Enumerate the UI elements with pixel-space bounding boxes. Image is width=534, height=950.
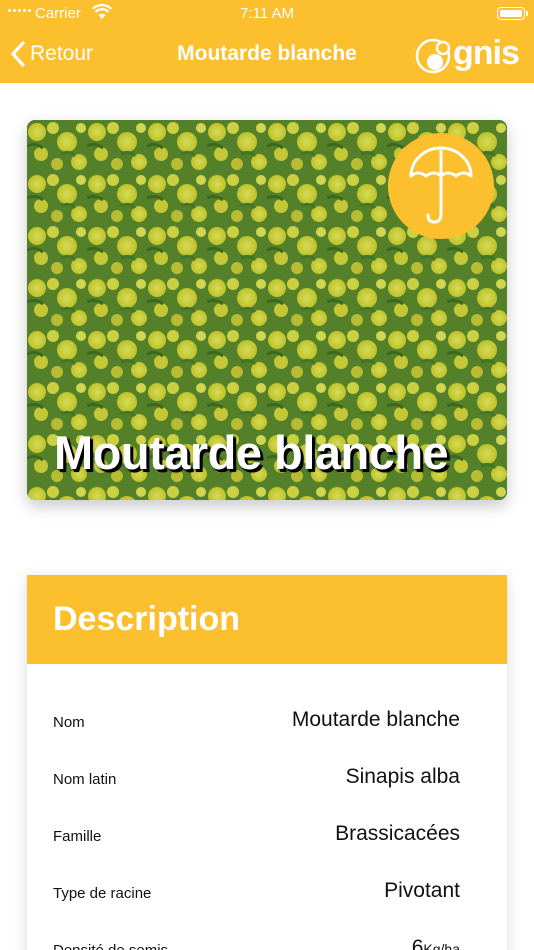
row-value: 6Kg/ha [412,936,460,950]
row-value: Brassicacées [335,822,460,845]
plant-hero-card: Moutarde blanche [27,120,507,500]
row-key: Nom [53,714,85,731]
description-card: Description Nom Moutarde blanche Nom lat… [27,575,507,950]
row-value-number: 6 [411,936,424,950]
row-value: Pivotant [384,879,460,902]
back-button[interactable]: Retour [10,38,93,70]
row-value-unit: Kg/ha [423,941,460,950]
chevron-left-icon [11,41,25,67]
row-key: Densité de semis [53,942,168,950]
battery-icon [497,7,528,20]
description-heading: Description [53,600,241,638]
row-nom: Nom Moutarde blanche [53,704,460,734]
hero-title: Moutarde blanche [54,426,449,479]
top-bar: Carrier 7:11 AM Retour Moutarde blanche … [0,0,534,83]
description-header: Description [27,575,507,664]
row-type-racine: Type de racine Pivotant [53,875,460,905]
gnis-logo: gnis [413,34,523,78]
row-key: Nom latin [53,771,117,788]
row-value: Moutarde blanche [291,708,460,731]
status-bar: Carrier 7:11 AM [0,0,534,28]
row-key: Famille [53,828,102,845]
row-key: Type de racine [53,885,152,902]
logo-mark-icon [415,38,451,74]
row-nom-latin: Nom latin Sinapis alba [53,761,460,791]
row-densite-semis: Densité de semis 6Kg/ha [53,932,460,950]
umbrella-badge [388,133,494,239]
logo-text: gnis [453,34,520,72]
umbrella-icon [409,146,473,224]
row-value: Sinapis alba [345,765,460,788]
back-label: Retour [30,42,94,65]
status-time: 7:11 AM [240,5,294,22]
row-famille: Famille Brassicacées [53,818,460,848]
